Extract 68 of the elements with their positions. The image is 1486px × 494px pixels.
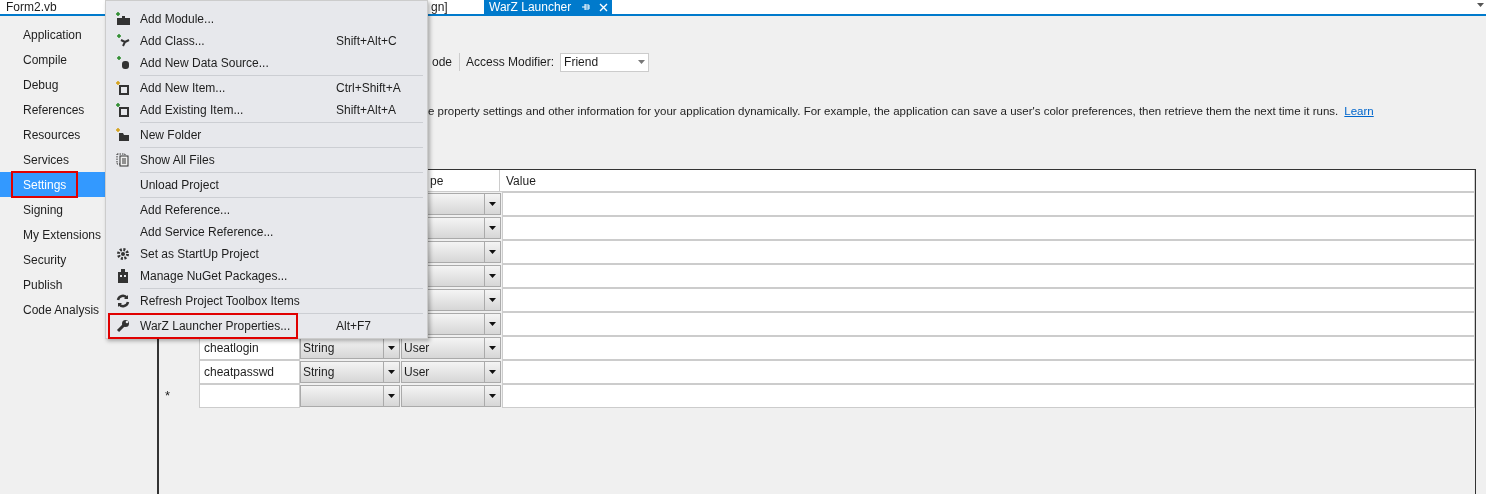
menu-item-icon bbox=[115, 12, 131, 26]
sidebar-tab[interactable]: Code Analysis bbox=[13, 298, 110, 321]
table-cell[interactable]: cheatpasswd bbox=[199, 360, 300, 384]
access-modifier-label: Access Modifier: bbox=[466, 54, 555, 71]
pin-icon[interactable] bbox=[581, 2, 591, 12]
tab[interactable]: WarZ Launcher bbox=[484, 0, 612, 14]
sidebar-tab[interactable]: Security bbox=[13, 248, 77, 271]
column-header[interactable]: Value bbox=[500, 170, 1475, 191]
menu-item[interactable]: Refresh Project Toolbox Items bbox=[140, 290, 306, 312]
shortcut-text: Alt+F7 bbox=[336, 318, 371, 335]
close-icon[interactable] bbox=[599, 2, 608, 12]
sidebar-tab[interactable]: Signing bbox=[13, 198, 74, 221]
new-row-marker: * bbox=[165, 387, 171, 406]
sidebar-tab[interactable]: Publish bbox=[13, 273, 73, 296]
menu-item-icon bbox=[116, 247, 130, 261]
menu-item[interactable]: Add Reference... bbox=[140, 199, 237, 221]
table-cell[interactable] bbox=[502, 192, 1475, 216]
sidebar-tab[interactable]: Services bbox=[13, 148, 79, 171]
sidebar-tab[interactable]: Compile bbox=[13, 48, 77, 71]
menu-item-icon bbox=[117, 269, 129, 283]
table-cell[interactable] bbox=[199, 384, 300, 408]
table-cell[interactable] bbox=[502, 360, 1475, 384]
toolbar-label: ode bbox=[432, 53, 461, 71]
table-cell[interactable] bbox=[502, 312, 1475, 336]
table-cell[interactable] bbox=[502, 384, 1475, 408]
dropdown-cell[interactable] bbox=[300, 385, 400, 407]
menu-item-icon bbox=[116, 81, 130, 95]
menu-item[interactable]: Set as StartUp Project bbox=[140, 243, 265, 265]
menu-item[interactable]: Show All Files bbox=[140, 149, 221, 171]
shortcut-text: Ctrl+Shift+A bbox=[336, 80, 401, 97]
menu-item-icon bbox=[116, 319, 130, 333]
menu-item[interactable]: Unload Project bbox=[140, 174, 225, 196]
table-cell[interactable] bbox=[502, 288, 1475, 312]
sidebar-tab[interactable]: Application bbox=[13, 23, 92, 46]
shortcut-text: Shift+Alt+C bbox=[336, 33, 397, 50]
table-cell[interactable] bbox=[502, 240, 1475, 264]
table-cell[interactable] bbox=[502, 264, 1475, 288]
menu-item[interactable]: WarZ Launcher Properties... bbox=[110, 315, 297, 337]
menu-item[interactable]: Manage NuGet Packages... bbox=[140, 265, 294, 287]
menu-item[interactable]: Add Service Reference... bbox=[140, 221, 280, 243]
sidebar-tab[interactable]: Resources bbox=[13, 123, 91, 146]
sidebar-tab[interactable]: Debug bbox=[13, 73, 69, 96]
menu-item[interactable]: Add Module... bbox=[140, 8, 221, 30]
dropdown-cell[interactable]: String bbox=[300, 361, 400, 383]
menu-item[interactable]: Add Existing Item... bbox=[140, 99, 250, 121]
access-modifier-dropdown[interactable]: Friend bbox=[560, 52, 650, 72]
dropdown-icon[interactable] bbox=[1477, 3, 1484, 8]
sidebar-tab[interactable]: References bbox=[13, 98, 95, 121]
shortcut-text: Shift+Alt+A bbox=[336, 102, 397, 119]
menu-item[interactable]: New Folder bbox=[140, 124, 208, 146]
menu-item-icon bbox=[116, 103, 130, 117]
menu-item[interactable]: Add New Data Source... bbox=[140, 52, 275, 74]
menu-item[interactable]: Add New Item... bbox=[140, 77, 232, 99]
dropdown-cell[interactable] bbox=[401, 385, 501, 407]
caret-icon bbox=[638, 60, 646, 64]
menu-item[interactable]: Add Class... bbox=[140, 30, 211, 52]
learn-link[interactable]: Learn bbox=[1344, 103, 1374, 121]
table-cell[interactable] bbox=[502, 216, 1475, 240]
menu-item-icon bbox=[116, 153, 130, 167]
dropdown-cell[interactable]: User bbox=[401, 337, 501, 359]
description-text: e property settings and other information for your application dynamically. For example, the application can save a user's color preferences, then retrieve them the next time it runs. bbox=[428, 104, 1339, 120]
menu-item-icon bbox=[116, 34, 130, 48]
menu-item-icon bbox=[116, 128, 130, 142]
menu-item-icon bbox=[116, 294, 130, 308]
table-cell[interactable] bbox=[502, 336, 1475, 360]
menu-item-icon bbox=[116, 56, 130, 70]
dropdown-cell[interactable]: User bbox=[401, 361, 501, 383]
dropdown-cell[interactable]: String bbox=[300, 337, 400, 359]
